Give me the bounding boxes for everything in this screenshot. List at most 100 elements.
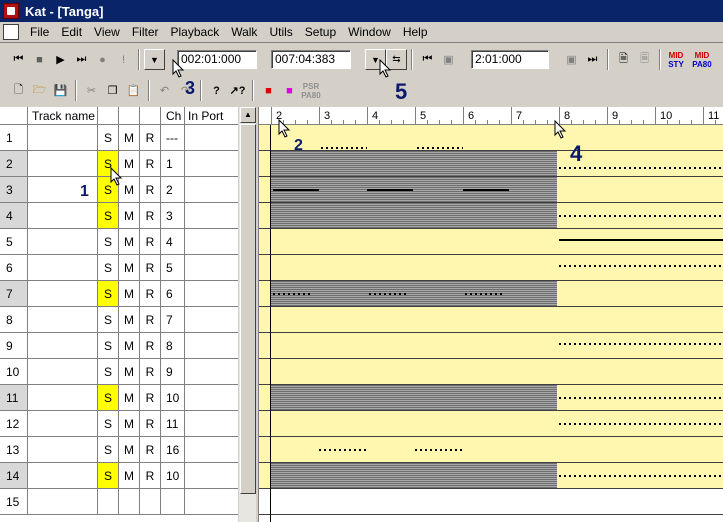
- channel-cell[interactable]: 10: [161, 463, 185, 488]
- track-lane[interactable]: [259, 385, 723, 411]
- in-port-cell[interactable]: [185, 489, 238, 514]
- psr-pa80-icon[interactable]: PSR PA80: [300, 80, 322, 101]
- save-icon[interactable]: 💾: [50, 80, 71, 101]
- selected-region[interactable]: [271, 463, 557, 488]
- track-row[interactable]: 15: [0, 489, 238, 515]
- paste-icon[interactable]: 📋: [123, 80, 144, 101]
- in-port-cell[interactable]: [185, 177, 238, 202]
- mute-toggle[interactable]: M: [119, 359, 140, 384]
- track-lane[interactable]: [259, 203, 723, 229]
- record-toggle[interactable]: R: [140, 125, 161, 150]
- loop-time-field[interactable]: 2:01:000: [471, 50, 549, 69]
- skip-end-button[interactable]: ⏭: [71, 49, 92, 70]
- channel-cell[interactable]: ---: [161, 125, 185, 150]
- track-row[interactable]: 3 SMR2: [0, 177, 238, 203]
- record-toggle[interactable]: R: [140, 255, 161, 280]
- solo-toggle[interactable]: S: [98, 229, 119, 254]
- track-lane[interactable]: [259, 333, 723, 359]
- track-lane[interactable]: [259, 177, 723, 203]
- in-port-cell[interactable]: [185, 307, 238, 332]
- mute-toggle[interactable]: M: [119, 177, 140, 202]
- cut-icon[interactable]: ✂: [81, 80, 102, 101]
- track-name[interactable]: [28, 385, 98, 410]
- track-lane[interactable]: [259, 463, 723, 489]
- record-toggle[interactable]: R: [140, 463, 161, 488]
- midi-style-icon[interactable]: MID STY: [665, 49, 687, 70]
- menu-file[interactable]: File: [24, 25, 55, 39]
- mute-toggle[interactable]: [119, 489, 140, 514]
- channel-cell[interactable]: 6: [161, 281, 185, 306]
- track-lane[interactable]: [259, 229, 723, 255]
- track-lane[interactable]: [259, 411, 723, 437]
- in-port-cell[interactable]: [185, 333, 238, 358]
- mute-toggle[interactable]: M: [119, 307, 140, 332]
- track-name[interactable]: [28, 411, 98, 436]
- solo-toggle[interactable]: S: [98, 437, 119, 462]
- channel-cell[interactable]: 9: [161, 359, 185, 384]
- solo-toggle[interactable]: S: [98, 281, 119, 306]
- in-port-cell[interactable]: [185, 385, 238, 410]
- mute-toggle[interactable]: M: [119, 333, 140, 358]
- track-row[interactable]: 14 S M R 10: [0, 463, 238, 489]
- track-lane[interactable]: [259, 489, 723, 515]
- in-port-cell[interactable]: [185, 229, 238, 254]
- solo-toggle[interactable]: S: [98, 255, 119, 280]
- menu-playback[interactable]: Playback: [165, 25, 226, 39]
- record-toggle[interactable]: R: [140, 177, 161, 202]
- track-name[interactable]: [28, 489, 98, 514]
- channel-cell[interactable]: 7: [161, 307, 185, 332]
- new-file-icon[interactable]: 🗋: [8, 80, 29, 101]
- track-name[interactable]: [28, 333, 98, 358]
- record-toggle[interactable]: R: [140, 411, 161, 436]
- solo-toggle[interactable]: S: [98, 463, 119, 488]
- in-port-cell[interactable]: [185, 125, 238, 150]
- mute-toggle[interactable]: M: [119, 255, 140, 280]
- mute-toggle[interactable]: M: [119, 229, 140, 254]
- track-row[interactable]: 7 SMR6: [0, 281, 238, 307]
- channel-cell[interactable]: 16: [161, 437, 185, 462]
- undo-icon[interactable]: ↶: [154, 80, 175, 101]
- mute-toggle[interactable]: M: [119, 411, 140, 436]
- record-toggle[interactable]: [140, 489, 161, 514]
- track-row[interactable]: 8 SMR7: [0, 307, 238, 333]
- solo-toggle[interactable]: S: [98, 125, 119, 150]
- in-port-cell[interactable]: [185, 203, 238, 228]
- open-folder-icon[interactable]: 🗁: [29, 80, 50, 101]
- track-name[interactable]: [28, 203, 98, 228]
- track-name[interactable]: [28, 255, 98, 280]
- track-lane[interactable]: [259, 125, 723, 151]
- in-port-cell[interactable]: [185, 437, 238, 462]
- track-row[interactable]: 4 SMR3: [0, 203, 238, 229]
- menu-help[interactable]: Help: [397, 25, 434, 39]
- menu-filter[interactable]: Filter: [126, 25, 165, 39]
- selected-region[interactable]: [271, 151, 557, 176]
- track-lane[interactable]: [259, 255, 723, 281]
- menu-edit[interactable]: Edit: [55, 25, 88, 39]
- channel-cell[interactable]: 8: [161, 333, 185, 358]
- channel-cell[interactable]: 10: [161, 385, 185, 410]
- track-row[interactable]: 12 S M R 11: [0, 411, 238, 437]
- menu-setup[interactable]: Setup: [299, 25, 342, 39]
- loop-marker-end-button[interactable]: ▣: [561, 49, 582, 70]
- rewind-start-button[interactable]: ⏮: [8, 49, 29, 70]
- play-button[interactable]: ▶: [50, 49, 71, 70]
- track-row[interactable]: 6 SMR5: [0, 255, 238, 281]
- channel-cell[interactable]: 5: [161, 255, 185, 280]
- in-port-cell[interactable]: [185, 359, 238, 384]
- menu-window[interactable]: Window: [342, 25, 397, 39]
- track-name[interactable]: [28, 463, 98, 488]
- record-toggle[interactable]: R: [140, 437, 161, 462]
- mute-toggle[interactable]: M: [119, 281, 140, 306]
- mute-toggle[interactable]: M: [119, 125, 140, 150]
- panic-button[interactable]: !: [113, 49, 134, 70]
- track-lane[interactable]: [259, 151, 723, 177]
- set-to-button[interactable]: ▼: [365, 49, 386, 70]
- channel-cell[interactable]: [161, 489, 185, 514]
- track-name[interactable]: [28, 437, 98, 462]
- track-name[interactable]: [28, 229, 98, 254]
- solo-toggle[interactable]: S: [98, 307, 119, 332]
- midi-pa80-icon[interactable]: MID PA80: [691, 49, 713, 70]
- track-name[interactable]: [28, 151, 98, 176]
- mute-toggle[interactable]: M: [119, 203, 140, 228]
- loop-start-button[interactable]: ⏮: [417, 49, 438, 70]
